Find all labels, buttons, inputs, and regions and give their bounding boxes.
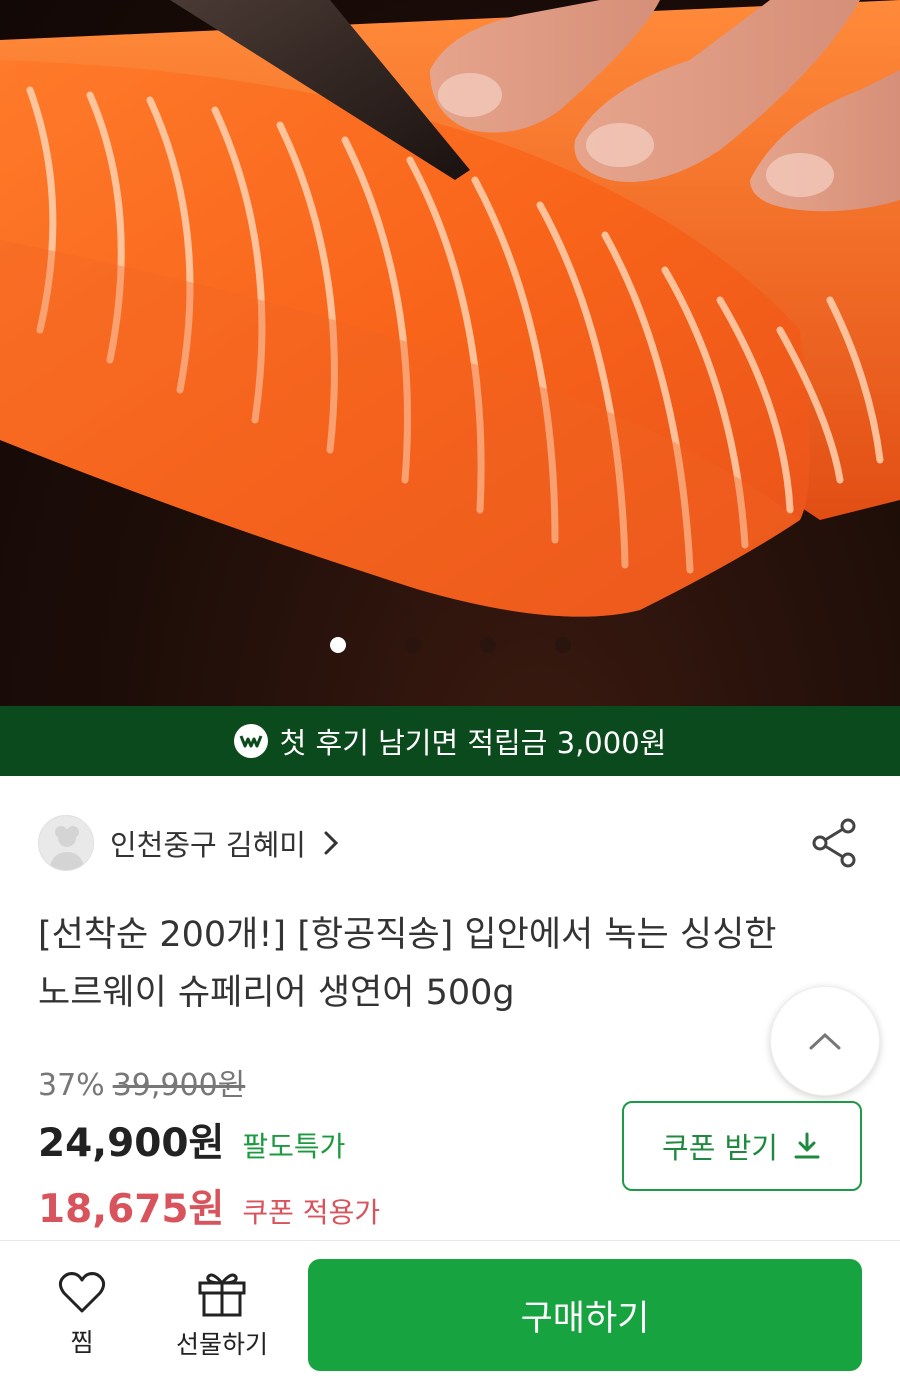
sale-price-row: 24,900원 팔도특가	[38, 1112, 345, 1168]
scroll-top-button[interactable]	[770, 986, 880, 1096]
coupon-price-row: 18,675원 쿠폰 적용가	[38, 1178, 380, 1234]
product-title: [선착순 200개!] [항공직송] 입안에서 녹는 싱싱한 노르웨이 슈페리어…	[38, 906, 878, 1022]
salmon-illustration	[0, 0, 900, 617]
carousel-dot[interactable]	[480, 637, 496, 653]
gift-button[interactable]: 선물하기	[176, 1269, 268, 1361]
promo-text: 첫 후기 남기면 적립금 3,000원	[279, 726, 667, 760]
get-coupon-button[interactable]: 쿠폰 받기	[622, 1101, 862, 1191]
seller-name: 인천중구 김혜미	[110, 828, 306, 862]
carousel-dot[interactable]	[330, 637, 346, 653]
chevron-right-icon	[324, 831, 339, 855]
coupon-price: 18,675원	[38, 1187, 225, 1232]
original-price: 39,900원	[112, 1068, 246, 1103]
chef-avatar-icon	[38, 815, 94, 871]
heart-icon	[58, 1272, 106, 1313]
carousel-dots	[0, 634, 900, 656]
sale-price: 24,900원	[38, 1121, 225, 1166]
wishlist-label: 찜	[70, 1328, 94, 1357]
download-icon	[794, 1132, 820, 1159]
wishlist-button[interactable]: 찜	[58, 1269, 106, 1359]
gift-label: 선물하기	[176, 1330, 269, 1359]
seller-link[interactable]: 인천중구 김혜미	[38, 814, 342, 872]
product-title-line: 노르웨이 슈페리어 생연어 500g	[38, 973, 515, 1013]
discount-rate: 37%	[38, 1068, 105, 1103]
gift-icon	[198, 1273, 246, 1317]
carousel-dot[interactable]	[555, 637, 571, 653]
carousel-dot[interactable]	[405, 637, 421, 653]
discount-info: 37% 39,900원	[38, 1060, 245, 1104]
bottom-action-bar: 찜 선물하기 구매하기	[0, 1240, 900, 1389]
sale-price-tag: 팔도특가	[242, 1130, 346, 1163]
share-icon[interactable]	[808, 816, 862, 870]
buy-button[interactable]: 구매하기	[308, 1259, 862, 1371]
product-title-line: [선착순 200개!] [항공직송] 입안에서 녹는 싱싱한	[38, 915, 777, 955]
coupon-button-label: 쿠폰 받기	[662, 1131, 778, 1165]
product-image[interactable]	[0, 0, 900, 706]
review-reward-banner[interactable]: 첫 후기 남기면 적립금 3,000원	[0, 706, 900, 776]
coupon-price-tag: 쿠폰 적용가	[242, 1196, 381, 1229]
w-badge-icon	[233, 724, 268, 758]
chevron-up-icon	[809, 1032, 841, 1050]
